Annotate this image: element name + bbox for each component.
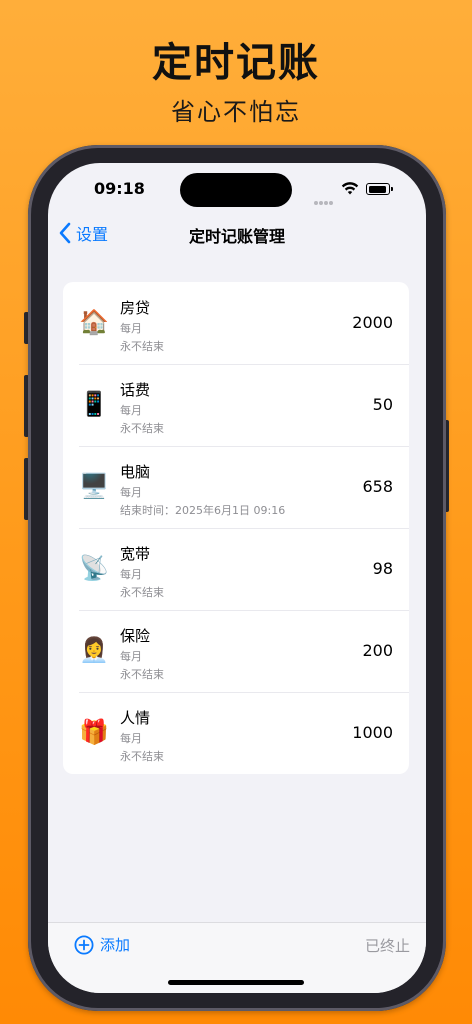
status-bar: 09:18 [48, 163, 426, 217]
scheduled-entry-list: 🏠 房贷 每月 永不结束 2000 📱 话费 每月 永不结束 50 🖥️ 电脑 … [63, 282, 409, 774]
item-end: 永不结束 [120, 586, 164, 599]
item-frequency: 每月 [120, 322, 142, 335]
home-indicator [168, 980, 304, 985]
item-name: 保险 [120, 627, 151, 645]
page-title: 定时记账管理 [188, 227, 285, 246]
add-button[interactable]: 添加 [74, 934, 130, 955]
item-name: 话费 [120, 381, 151, 399]
item-frequency: 每月 [120, 404, 142, 417]
item-end: 永不结束 [120, 750, 164, 763]
navigation-bar: 设置 定时记账管理 [48, 217, 426, 257]
item-name: 人情 [120, 709, 151, 727]
computer-icon: 🖥️ [79, 472, 109, 500]
office-worker-icon: 👩‍💼 [79, 636, 109, 664]
list-item[interactable]: 🎁 人情 每月 永不结束 1000 [63, 692, 409, 774]
house-icon: 🏠 [79, 308, 109, 336]
item-name: 房贷 [120, 299, 151, 317]
gift-icon: 🎁 [79, 718, 109, 746]
battery-icon [366, 183, 393, 195]
dynamic-island [180, 173, 292, 207]
item-frequency: 每月 [120, 486, 142, 499]
list-item[interactable]: 👩‍💼 保险 每月 永不结束 200 [63, 610, 409, 692]
ended-button[interactable]: 已终止 [365, 935, 410, 956]
signal-icon [314, 190, 336, 205]
item-amount: 658 [362, 477, 393, 496]
item-end: 永不结束 [120, 340, 164, 353]
item-amount: 50 [372, 395, 393, 414]
item-frequency: 每月 [120, 568, 142, 581]
item-end: 永不结束 [120, 668, 164, 681]
wifi-icon [341, 182, 359, 195]
item-amount: 98 [372, 559, 393, 578]
item-amount: 1000 [352, 723, 393, 742]
add-button-label: 添加 [100, 936, 131, 954]
promo-title: 定时记账 [152, 40, 320, 86]
list-item[interactable]: 🏠 房贷 每月 永不结束 2000 [63, 282, 409, 364]
item-name: 宽带 [120, 545, 151, 563]
promo-subtitle: 省心不怕忘 [171, 98, 301, 126]
item-frequency: 每月 [120, 650, 142, 663]
item-name: 电脑 [120, 463, 151, 481]
satellite-dish-icon: 📡 [79, 554, 109, 582]
item-end: 永不结束 [120, 422, 164, 435]
plus-circle-icon [74, 934, 94, 955]
mobile-phone-icon: 📱 [79, 390, 109, 418]
item-amount: 200 [362, 641, 393, 660]
phone-screen: 09:18 设置 定时记账管理 🏠 房贷 每月 永不结束 2000 📱 话费 每… [48, 163, 426, 993]
list-item[interactable]: 📡 宽带 每月 永不结束 98 [63, 528, 409, 610]
item-frequency: 每月 [120, 732, 142, 745]
status-time: 09:18 [94, 179, 145, 198]
list-item[interactable]: 🖥️ 电脑 每月 结束时间：2025年6月1日 09:16 658 [63, 446, 409, 528]
item-end: 结束时间：2025年6月1日 09:16 [120, 504, 286, 517]
list-item[interactable]: 📱 话费 每月 永不结束 50 [63, 364, 409, 446]
promo-canvas: 定时记账 省心不怕忘 09:18 设置 定时记账管理 🏠 房贷 每月 永不结束 … [0, 0, 472, 1024]
item-amount: 2000 [352, 313, 393, 332]
